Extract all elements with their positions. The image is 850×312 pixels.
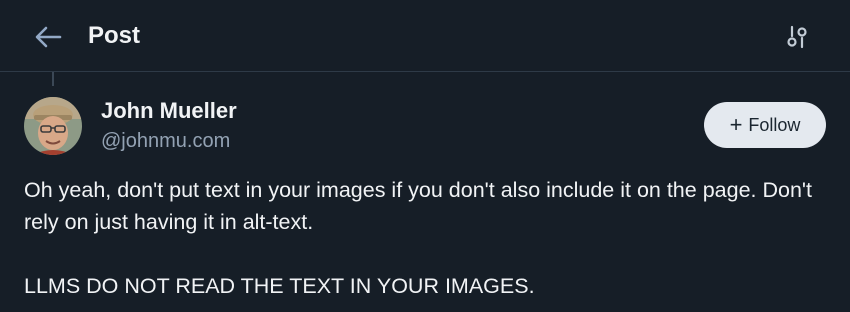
back-button[interactable] [30,22,66,52]
author-name[interactable]: John Mueller [101,97,237,125]
author-handle[interactable]: @johnmu.com [101,128,230,154]
thread-line [52,72,54,86]
follow-label: Follow [748,115,801,135]
post-paragraph: Oh yeah, don't put text in your images i… [24,178,812,234]
thread-settings-button[interactable] [780,22,814,52]
avatar[interactable] [24,97,82,155]
plus-icon: + [729,112,743,137]
post-header: Post [0,0,850,72]
post-paragraph: LLMS DO NOT READ THE TEXT IN YOUR IMAGES… [24,274,535,298]
follow-button[interactable]: + Follow [704,102,826,148]
page-title: Post [88,22,141,49]
post-text: Oh yeah, don't put text in your images i… [24,174,824,302]
sliders-icon [787,25,807,49]
arrow-left-icon [35,26,62,48]
